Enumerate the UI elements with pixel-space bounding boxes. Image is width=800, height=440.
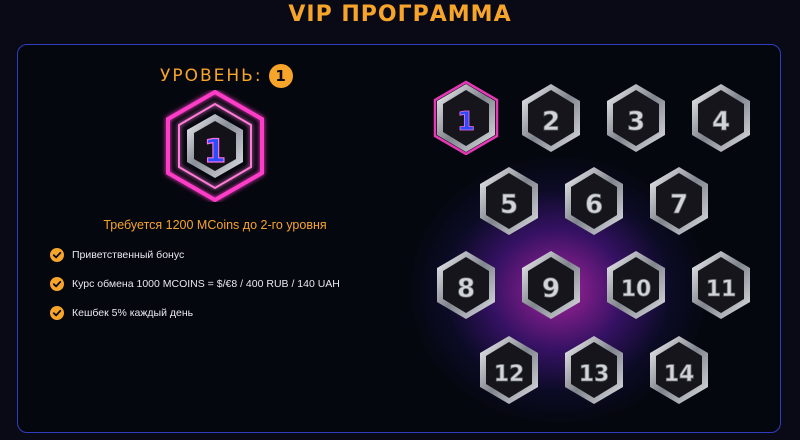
check-icon: [50, 306, 64, 320]
next-level-requirement: Требуется 1200 MCoins до 2-го уровня: [103, 218, 327, 232]
level-badge-number: 11: [706, 277, 737, 302]
benefit-item: Курс обмена 1000 MCOINS = $/€8 / 400 RUB…: [50, 277, 340, 291]
level-badge-7[interactable]: 7: [644, 163, 714, 238]
level-badge-number: 9: [542, 274, 560, 304]
level-badge-number: 14: [664, 362, 695, 387]
level-badge-number: 4: [712, 107, 730, 137]
level-badge-number: 8: [457, 274, 475, 304]
level-badge-number: 1: [457, 107, 475, 137]
level-badge-number: 5: [500, 190, 518, 220]
benefit-text: Кешбек 5% каждый день: [72, 307, 194, 319]
level-badge-6[interactable]: 6: [559, 163, 629, 238]
page-title: VIP ПРОГРАММА: [288, 2, 512, 27]
level-badge-10[interactable]: 10: [601, 247, 671, 322]
level-badge-number: 13: [579, 362, 610, 387]
benefits-list: Приветственный бонус Курс обмена 1000 MC…: [50, 248, 340, 335]
check-icon: [50, 248, 64, 262]
level-badge-14[interactable]: 14: [644, 332, 714, 407]
level-badge-4[interactable]: 4: [686, 80, 756, 155]
level-badge-11[interactable]: 11: [686, 247, 756, 322]
level-badge-13[interactable]: 13: [559, 332, 629, 407]
level-badge-number: 10: [621, 277, 652, 302]
level-badge-8[interactable]: 8: [431, 247, 501, 322]
level-badge-12[interactable]: 12: [474, 332, 544, 407]
benefit-item: Кешбек 5% каждый день: [50, 306, 340, 320]
level-badge-number: 3: [627, 107, 645, 137]
level-badge-9[interactable]: 9: [516, 247, 586, 322]
level-badge-5[interactable]: 5: [474, 163, 544, 238]
level-value-badge: 1: [268, 64, 293, 88]
level-badge-number: 2: [542, 107, 560, 137]
level-badge-number: 7: [670, 190, 688, 220]
benefit-text: Приветственный бонус: [72, 249, 185, 261]
check-icon: [50, 277, 64, 291]
current-level-badge: 1: [159, 89, 271, 203]
benefit-text: Курс обмена 1000 MCOINS = $/€8 / 400 RUB…: [72, 278, 340, 290]
level-badge-3[interactable]: 3: [601, 80, 671, 155]
current-level-row: УРОВЕНЬ: 1: [160, 64, 293, 88]
level-badge-number: 6: [585, 190, 603, 220]
level-label: УРОВЕНЬ:: [160, 66, 263, 86]
level-badge-number: 12: [494, 362, 525, 387]
level-badge-1[interactable]: 1: [431, 80, 501, 155]
current-level-badge-number: 1: [204, 132, 226, 170]
level-badge-2[interactable]: 2: [516, 80, 586, 155]
benefit-item: Приветственный бонус: [50, 248, 340, 262]
